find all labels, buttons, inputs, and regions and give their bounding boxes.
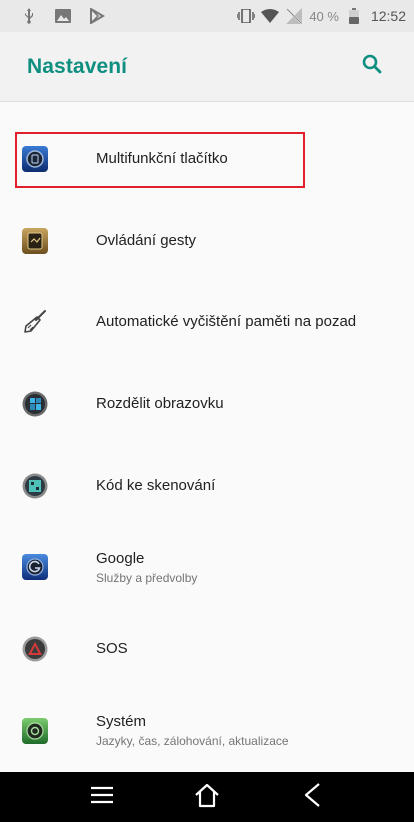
back-button[interactable] — [292, 777, 332, 817]
image-icon — [54, 7, 72, 25]
multifunction-button-icon — [22, 145, 48, 172]
settings-item-title: Ovládání gesty — [96, 231, 197, 249]
status-bar-left — [20, 7, 106, 25]
settings-item-memory-cleanup[interactable]: Automatické vyčištění paměti na pozad — [0, 281, 414, 363]
settings-item-title: Multifunkční tlačítko — [96, 149, 228, 167]
settings-item-texts: Ovládání gesty — [96, 231, 196, 251]
sos-icon — [22, 636, 48, 662]
settings-list: Multifunkční tlačítko Ovládání gesty Aut… — [0, 118, 414, 772]
settings-item-texts: Systém Jazyky, čas, zálohování, aktualiz… — [96, 712, 289, 749]
settings-item-title: Google — [96, 549, 145, 567]
search-button[interactable] — [358, 53, 386, 81]
settings-item-texts: Automatické vyčištění paměti na pozad — [96, 312, 356, 332]
settings-item-texts: SOS — [96, 639, 128, 659]
settings-item-texts: Multifunkční tlačítko — [96, 149, 228, 169]
play-store-icon — [88, 7, 106, 25]
settings-item-texts: Kód ke skenování — [96, 476, 215, 496]
menu-icon — [90, 785, 114, 810]
settings-item-gesture-control[interactable]: Ovládání gesty — [0, 200, 414, 282]
page-title: Nastavení — [27, 54, 128, 78]
settings-item-title: Rozdělit obrazovku — [96, 394, 224, 412]
google-icon — [22, 554, 48, 581]
home-icon — [193, 782, 221, 813]
settings-item-title: Automatické vyčištění paměti na pozad — [96, 313, 357, 331]
settings-item-scan-code[interactable]: Kód ke skenování — [0, 445, 414, 527]
settings-item-subtitle: Služby a předvolby — [96, 570, 198, 585]
wifi-icon — [261, 7, 280, 25]
settings-item-title: Systém — [96, 713, 147, 731]
battery-icon — [345, 7, 363, 25]
app-bar: Nastavení — [0, 32, 414, 102]
search-icon — [362, 54, 382, 79]
status-bar-right: 40 % 12:52 — [237, 7, 406, 25]
no-signal-icon — [285, 7, 303, 25]
vibrate-icon — [237, 7, 256, 25]
clock: 12:52 — [370, 8, 406, 24]
settings-item-subtitle: Jazyky, čas, zálohování, aktualizace — [96, 734, 289, 749]
settings-item-system[interactable]: Systém Jazyky, čas, zálohování, aktualiz… — [0, 690, 414, 772]
system-icon — [22, 717, 48, 744]
settings-item-split-screen[interactable]: Rozdělit obrazovku — [0, 363, 414, 445]
settings-item-texts: Rozdělit obrazovku — [96, 394, 224, 414]
status-bar: 40 % 12:52 — [0, 0, 414, 32]
scan-code-icon — [22, 473, 48, 499]
back-icon — [303, 782, 321, 813]
settings-item-google[interactable]: Google Služby a předvolby — [0, 526, 414, 608]
battery-percent: 40 % — [309, 8, 339, 24]
settings-item-multifunction-button[interactable]: Multifunkční tlačítko — [0, 118, 414, 200]
broom-cleanup-icon — [22, 309, 48, 335]
split-screen-icon — [22, 391, 48, 417]
menu-button[interactable] — [82, 777, 122, 817]
settings-item-title: SOS — [96, 639, 128, 657]
usb-icon — [20, 7, 38, 25]
gesture-control-icon — [22, 227, 48, 254]
navigation-bar — [0, 772, 414, 822]
home-button[interactable] — [187, 777, 227, 817]
settings-item-sos[interactable]: SOS — [0, 608, 414, 690]
settings-item-texts: Google Služby a předvolby — [96, 549, 197, 586]
screen: 40 % 12:52 Nastavení Multifunkční tlačít… — [0, 0, 414, 822]
settings-item-title: Kód ke skenování — [96, 476, 216, 494]
